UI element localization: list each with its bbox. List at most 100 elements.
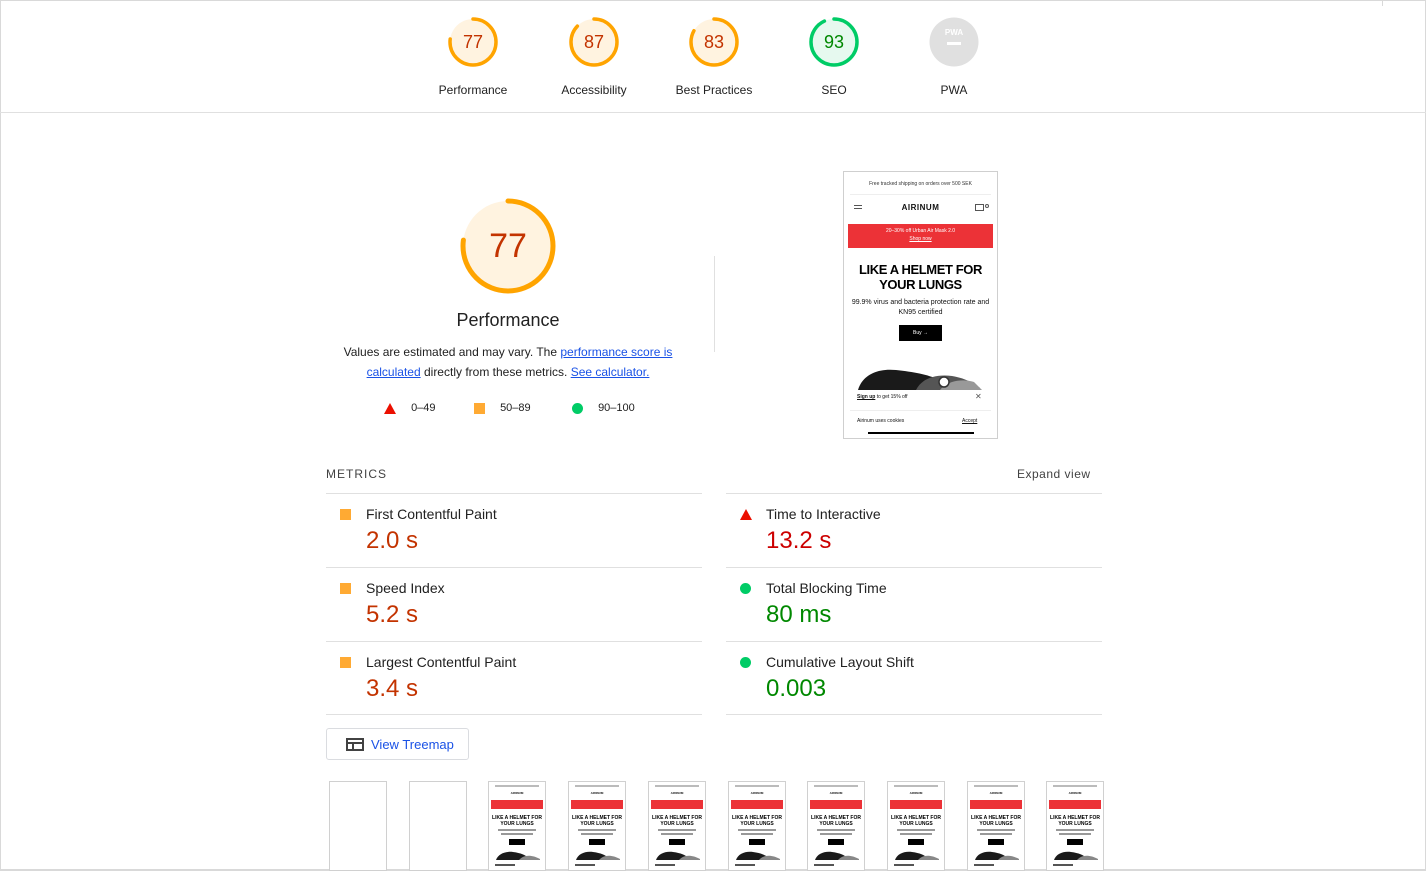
filmstrip-frame: AIRINUM LIKE A HELMET FOR YOUR LUNGS — [887, 781, 945, 871]
expand-view-toggle[interactable]: Expand view — [1017, 467, 1091, 481]
thumb-promo-banner — [970, 800, 1022, 809]
filmstrip-frame: AIRINUM LIKE A HELMET FOR YOUR LUNGS — [568, 781, 626, 871]
thumb-subhead-line — [578, 829, 616, 831]
accept-cookies-link: Accept — [962, 418, 978, 424]
thumb-product-image — [496, 851, 540, 860]
thumb-shipping-bar — [894, 785, 938, 787]
thumb-subhead-line — [820, 833, 852, 835]
thumb-buy-button — [589, 839, 605, 845]
thumb-promo-banner — [491, 800, 543, 809]
hero-subhead: 99.9% virus and bacteria protection rate… — [851, 299, 990, 316]
metric-value: 13.2 s — [766, 527, 832, 554]
thumb-product-image — [815, 851, 859, 860]
gauge-label: PWA — [940, 83, 968, 97]
thumb-subhead-line — [897, 829, 935, 831]
thumb-shipping-bar — [575, 785, 619, 787]
metric-total-blocking-time: Total Blocking Time 80 ms — [726, 568, 1102, 642]
legend-pass-label: 90–100 — [598, 402, 635, 414]
metric-value: 5.2 s — [366, 601, 419, 628]
thumb-subhead-line — [900, 833, 932, 835]
thumb-signup-bar — [974, 864, 994, 866]
gauge-accessibility[interactable]: 87 Accessibility — [534, 15, 654, 97]
gauge-score: 83 — [703, 32, 725, 52]
gauge-pwa[interactable]: PWA PWA — [894, 15, 1014, 97]
metric-cumulative-layout-shift: Cumulative Layout Shift 0.003 — [726, 642, 1102, 716]
filmstrip-frame: AIRINUM LIKE A HELMET FOR YOUR LUNGS — [807, 781, 865, 871]
thumb-subhead-line — [741, 833, 773, 835]
filmstrip-frame — [329, 781, 387, 871]
pass-circle-icon — [572, 402, 583, 414]
pass-circle-icon — [740, 657, 751, 668]
divider — [726, 714, 1102, 715]
thumb-promo-banner — [731, 800, 783, 809]
legend-pass: 90–100 — [572, 400, 635, 416]
thumb-headline: LIKE A HELMET FOR YOUR LUNGS — [811, 815, 861, 827]
promo-link: Shop now — [909, 236, 932, 242]
thumb-product-image — [895, 851, 939, 860]
final-screenshot[interactable]: Free tracked shipping on orders over 500… — [843, 171, 998, 439]
divider — [850, 194, 991, 195]
thumb-logo: AIRINUM — [670, 791, 684, 795]
fail-triangle-icon — [384, 402, 396, 414]
filmstrip-frame — [409, 781, 467, 871]
performance-description: Values are estimated and may vary. The p… — [338, 342, 678, 382]
signup-link: Sign up — [857, 394, 876, 400]
pass-circle-icon — [740, 583, 751, 594]
view-treemap-button[interactable]: View Treemap — [326, 728, 469, 760]
filmstrip-frame: AIRINUM LIKE A HELMET FOR YOUR LUNGS — [648, 781, 706, 871]
thumb-headline: LIKE A HELMET FOR YOUR LUNGS — [1050, 815, 1100, 827]
metric-name: First Contentful Paint — [366, 506, 497, 522]
cart-count-icon — [985, 204, 989, 208]
fail-triangle-icon — [740, 509, 752, 520]
gauge-label: Performance — [438, 83, 508, 97]
thumb-headline: LIKE A HELMET FOR YOUR LUNGS — [971, 815, 1021, 827]
metric-name: Largest Contentful Paint — [366, 654, 517, 670]
average-square-icon — [474, 402, 485, 414]
thumb-subhead-line — [817, 829, 855, 831]
legend-average-label: 50–89 — [500, 402, 531, 414]
performance-main-gauge: 77 — [426, 196, 590, 296]
gauge-label: SEO — [821, 83, 847, 97]
category-gauges-header: 77 Performance 87 Accessibility 83 Best … — [0, 1, 1426, 113]
metric-name: Total Blocking Time — [766, 580, 887, 596]
thumb-subhead-line — [1056, 829, 1094, 831]
thumb-shipping-bar — [655, 785, 699, 787]
signup-text: to get 15% off — [875, 394, 908, 400]
calculator-link[interactable]: See calculator. — [571, 365, 650, 379]
performance-score: 77 — [489, 227, 527, 265]
average-square-icon — [340, 657, 351, 668]
score-legend: 0–49 50–89 90–100 — [380, 400, 660, 416]
thumb-logo: AIRINUM — [590, 791, 604, 795]
gauge-performance[interactable]: 77 Performance — [413, 15, 533, 97]
thumb-buy-button — [749, 839, 765, 845]
thumb-logo: AIRINUM — [829, 791, 843, 795]
gauge-best-practices[interactable]: 83 Best Practices — [654, 15, 774, 97]
close-icon: ✕ — [975, 392, 982, 401]
metric-value: 2.0 s — [366, 527, 419, 554]
signup-bar: Sign up to get 15% off — [857, 394, 985, 400]
filmstrip-frame: AIRINUM LIKE A HELMET FOR YOUR LUNGS — [728, 781, 786, 871]
thumb-subhead-line — [498, 829, 536, 831]
gauge-score: 77 — [462, 32, 484, 52]
thumb-buy-button — [1067, 839, 1083, 845]
legend-fail: 0–49 — [384, 400, 436, 416]
thumb-buy-button — [669, 839, 685, 845]
thumb-shipping-bar — [735, 785, 779, 787]
thumb-product-image — [656, 851, 700, 860]
gauge-label: Accessibility — [561, 83, 627, 97]
gauge-seo[interactable]: 93 SEO — [774, 15, 894, 97]
metric-value: 80 ms — [766, 601, 832, 628]
metric-value: 0.003 — [766, 675, 827, 702]
buy-button: Buy → — [899, 325, 942, 341]
metric-largest-contentful-paint: Largest Contentful Paint 3.4 s — [326, 642, 702, 716]
thumb-signup-bar — [735, 864, 755, 866]
desc-text: directly from these metrics. — [420, 365, 571, 379]
promo-text: 20–30% off Urban Air Mask 2.0 — [885, 228, 956, 234]
thumb-product-image — [1054, 851, 1098, 860]
thumb-subhead-line — [661, 833, 693, 835]
thumb-promo-banner — [571, 800, 623, 809]
metric-time-to-interactive: Time to Interactive 13.2 s — [726, 494, 1102, 568]
thumb-signup-bar — [894, 864, 914, 866]
cart-icon — [975, 204, 984, 211]
thumb-promo-banner — [1049, 800, 1101, 809]
